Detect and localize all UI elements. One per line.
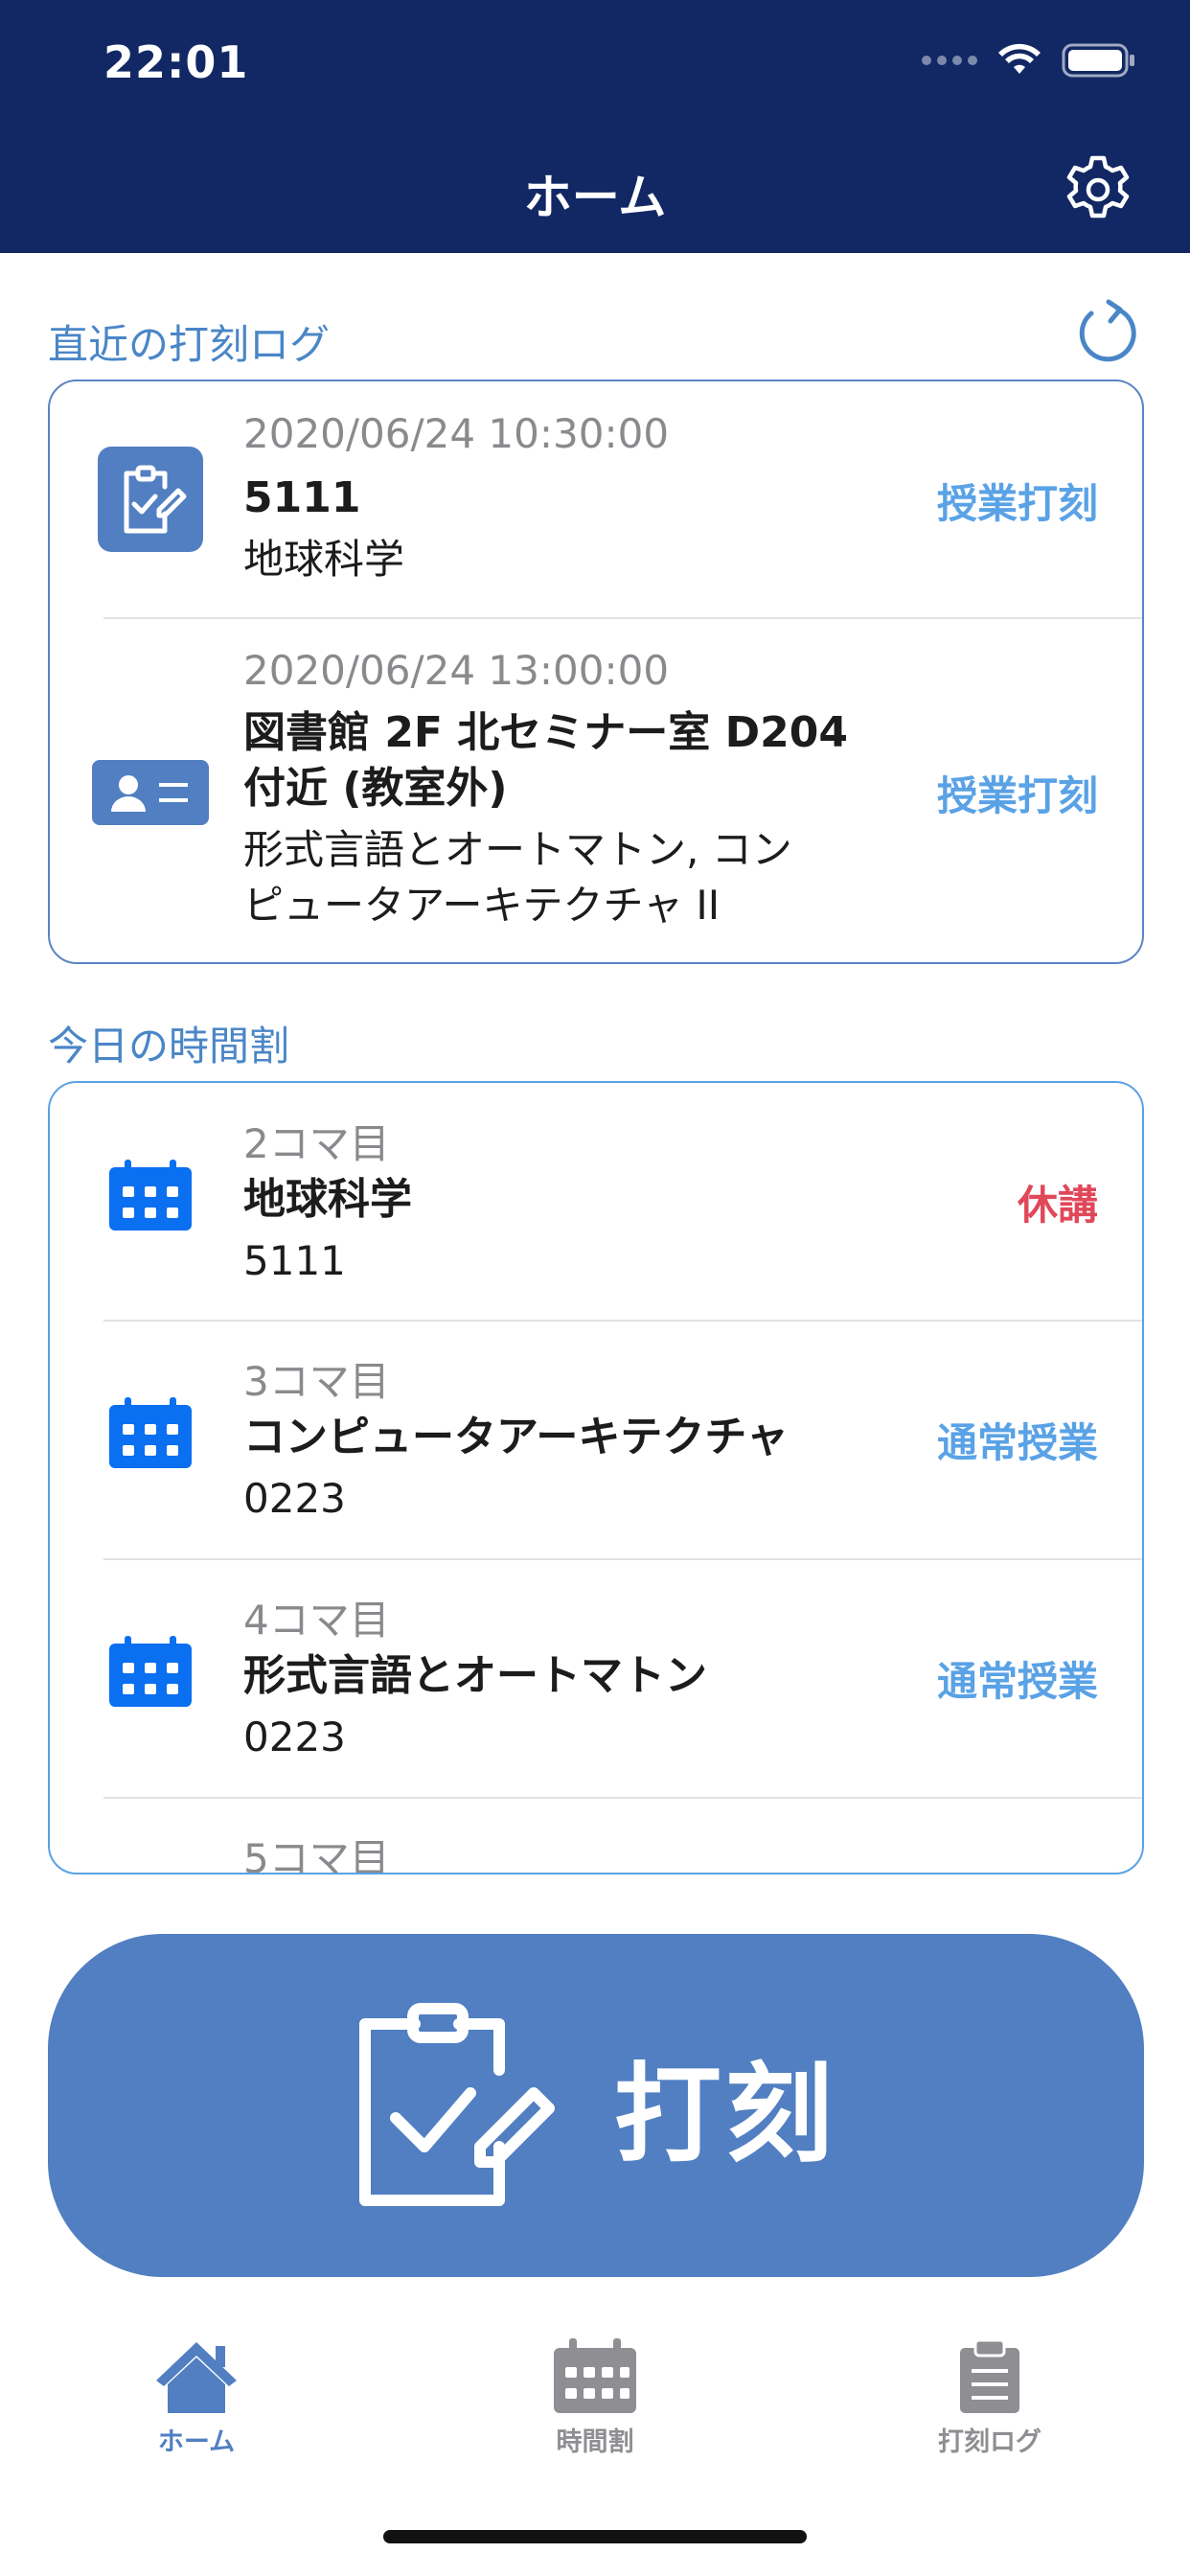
punch-button-label: 打刻 xyxy=(614,2053,836,2177)
clipboard-list-icon xyxy=(960,2338,1019,2413)
id-card-icon xyxy=(92,760,209,825)
timetable-row[interactable]: 2コマ目 地球科学 5111 休講 xyxy=(50,1083,1142,1321)
class-status-label: 休講 xyxy=(1017,1182,1098,1229)
class-status-label: 通常授業 xyxy=(936,1419,1098,1466)
subject-name: 形式言語とオートマトン xyxy=(243,1651,707,1700)
tab-punch-log[interactable]: 打刻ログ xyxy=(846,2338,1133,2458)
calendar-icon xyxy=(107,1397,194,1470)
log-row[interactable]: 2020/06/24 10:30:00 5111 地球科学 授業打刻 xyxy=(50,381,1142,618)
log-course-line2: ピュータアーキテクチャ II xyxy=(243,882,721,929)
room-number: 0223 xyxy=(243,1714,346,1760)
room-number: 0223 xyxy=(243,1475,346,1522)
log-location-line2: 付近 (教室外) xyxy=(243,764,508,813)
log-datetime: 2020/06/24 13:00:00 xyxy=(243,647,670,694)
settings-button[interactable] xyxy=(1060,151,1136,228)
log-row[interactable]: 2020/06/24 13:00:00 図書館 2F 北セミナー室 D204 付… xyxy=(50,618,1142,962)
recent-log-section-title: 直近の打刻ログ xyxy=(48,321,331,368)
tab-punch-log-label: 打刻ログ xyxy=(938,2427,1041,2457)
timetable-row[interactable]: 3コマ目 コンピュータアーキテクチャ 0223 通常授業 xyxy=(50,1321,1142,1559)
period-label: 2コマ目 xyxy=(243,1120,390,1167)
tab-timetable[interactable]: 時間割 xyxy=(451,2338,739,2458)
page-title: ホーム xyxy=(523,170,667,225)
punch-button[interactable]: 打刻 xyxy=(48,1934,1144,2277)
log-datetime: 2020/06/24 10:30:00 xyxy=(243,410,670,457)
gear-icon xyxy=(1066,155,1130,218)
home-icon xyxy=(156,2342,237,2413)
tab-bar: ホーム 時間割 打刻ログ xyxy=(0,2338,1190,2482)
subject-name: コンピュータアーキテクチャ xyxy=(243,1413,789,1461)
refresh-button[interactable] xyxy=(1073,295,1142,372)
calendar-icon xyxy=(107,1160,194,1232)
period-label: 4コマ目 xyxy=(243,1597,390,1644)
home-indicator xyxy=(383,2530,807,2543)
room-number: 5111 xyxy=(243,1237,346,1284)
timetable-row[interactable]: 4コマ目 形式言語とオートマトン 0223 通常授業 xyxy=(50,1559,1142,1798)
log-action-label: 授業打刻 xyxy=(936,772,1098,819)
clipboard-edit-icon xyxy=(359,2003,555,2206)
subject-name: 地球科学 xyxy=(243,1175,412,1224)
recent-log-card: 2020/06/24 10:30:00 5111 地球科学 授業打刻 2020/… xyxy=(48,380,1144,964)
period-label: 3コマ目 xyxy=(243,1358,390,1405)
clipboard-edit-icon xyxy=(98,447,203,552)
tab-home[interactable]: ホーム xyxy=(53,2338,340,2458)
log-location: 5111 xyxy=(243,473,361,522)
timetable-card: 2コマ目 地球科学 5111 休講 3コマ目 コンピュータアーキテクチャ 022… xyxy=(48,1081,1144,1874)
cellular-signal-icon xyxy=(922,56,977,65)
timetable-row[interactable]: 5コマ目 xyxy=(50,1798,1142,1874)
period-label: 5コマ目 xyxy=(243,1835,390,1874)
log-location-line1: 図書館 2F 北セミナー室 D204 xyxy=(243,708,848,757)
refresh-icon xyxy=(1079,299,1136,362)
status-indicators xyxy=(922,42,1136,79)
status-time: 22:01 xyxy=(103,36,249,88)
tab-timetable-label: 時間割 xyxy=(556,2427,634,2457)
navigation-header: 22:01 ホーム xyxy=(0,0,1190,253)
wifi-icon xyxy=(998,43,1041,74)
log-course-line1: 形式言語とオートマトン, コン xyxy=(243,826,792,873)
battery-icon xyxy=(1062,43,1134,78)
class-status-label: 通常授業 xyxy=(936,1658,1098,1705)
log-course: 地球科学 xyxy=(243,536,405,583)
calendar-icon xyxy=(107,1636,194,1709)
log-action-label: 授業打刻 xyxy=(936,480,1098,527)
tab-home-label: ホーム xyxy=(157,2427,236,2457)
calendar-icon xyxy=(554,2338,636,2413)
timetable-section-title: 今日の時間割 xyxy=(48,1023,290,1070)
